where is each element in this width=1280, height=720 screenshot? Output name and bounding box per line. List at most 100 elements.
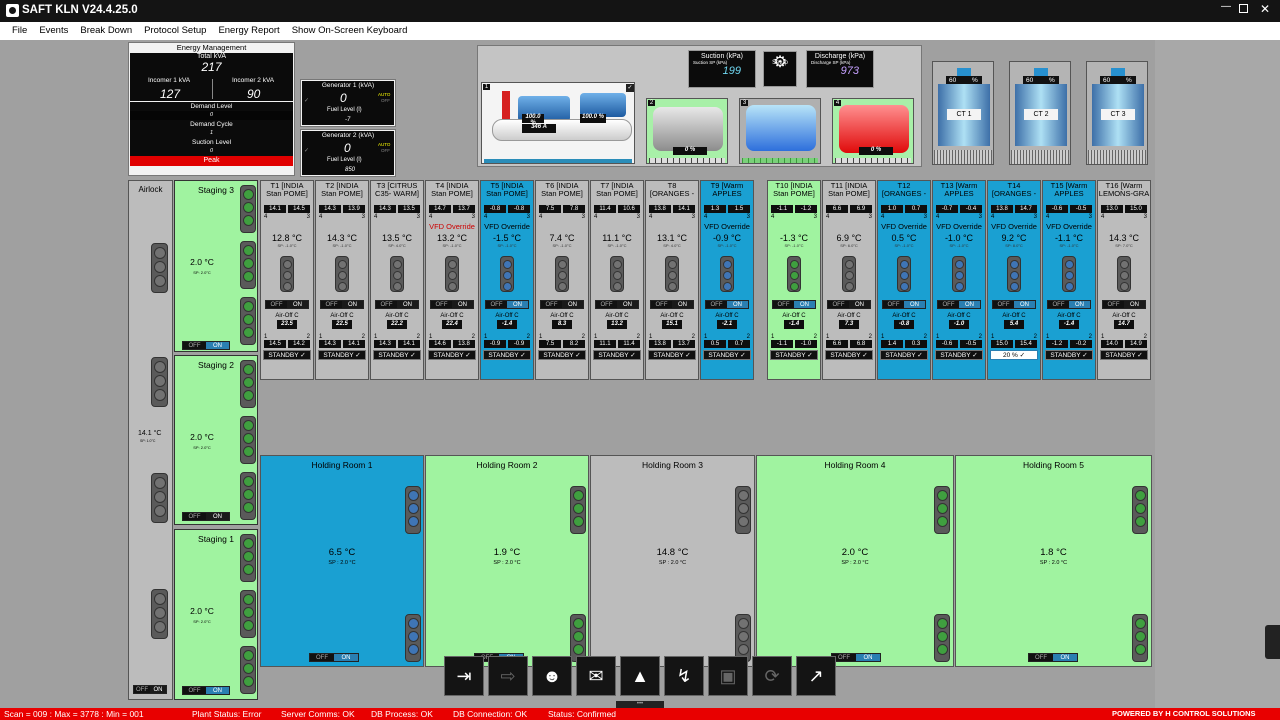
tunnel-1-toggle[interactable]: OFF ON bbox=[265, 300, 309, 309]
holding-room-3-light-1 bbox=[735, 486, 751, 534]
close-button[interactable]: ✕ bbox=[1258, 2, 1272, 16]
tunnel-9-mode-select[interactable]: STANDBY ✓ bbox=[703, 350, 751, 360]
login-button[interactable]: ⇥ bbox=[444, 656, 484, 696]
tunnel-16[interactable]: T16 [Warm LEMONS-GRA 13.0 15.0 4 3 14.3 °C SP: … bbox=[1097, 180, 1151, 380]
tunnel-1[interactable]: T1 [INDIA Stan POME] 14.1 14.5 4 3 12.8 °C SP: … bbox=[260, 180, 314, 380]
tunnel-7-toggle[interactable]: OFF ON bbox=[595, 300, 639, 309]
compressor-1-check-icon[interactable]: ✓ bbox=[626, 84, 634, 92]
toolbar-handle[interactable]: ••• bbox=[616, 701, 664, 708]
tunnel-5-mode-select[interactable]: STANDBY ✓ bbox=[483, 350, 531, 360]
setup-button[interactable]: ⚙ Setup bbox=[763, 51, 797, 87]
energy-button[interactable]: ↯ bbox=[664, 656, 704, 696]
tunnel-16-mode-select[interactable]: STANDBY ✓ bbox=[1100, 350, 1148, 360]
side-panel-tab-icon[interactable] bbox=[1265, 625, 1280, 659]
tunnel-13-mode-select[interactable]: STANDBY ✓ bbox=[935, 350, 983, 360]
tunnel-3[interactable]: T3 [CITRUS C35- WARM] 14.3 13.5 4 3 13.5 °C SP:… bbox=[370, 180, 424, 380]
tunnel-16-toggle[interactable]: OFF ON bbox=[1102, 300, 1146, 309]
peak-indicator: Peak bbox=[130, 156, 293, 166]
menu-protocol-setup[interactable]: Protocol Setup bbox=[138, 22, 212, 39]
menu-events[interactable]: Events bbox=[33, 22, 74, 39]
staging-3-toggle[interactable]: OFF ON bbox=[182, 341, 230, 350]
staging-2-panel[interactable]: Staging 2 2.0 °C SP: 2.0°C OFF ON bbox=[174, 355, 258, 525]
tunnel-12[interactable]: T12 [ORANGES -1.0 0.7 4 3 VFD Override 0.5 °C S… bbox=[877, 180, 931, 380]
tunnel-2-mode-select[interactable]: STANDBY ✓ bbox=[318, 350, 366, 360]
tunnel-9[interactable]: T9 [Warm APPLES 1.3 1.5 4 3 VFD Override -0.9 °… bbox=[700, 180, 754, 380]
tunnel-15[interactable]: T15 [Warm APPLES -0.6 -0.5 4 3 VFD Override -1.… bbox=[1042, 180, 1096, 380]
holding-room-1-toggle[interactable]: OFF ON bbox=[309, 653, 359, 662]
tunnel-7[interactable]: T7 [INDIA Stan POME] 11.4 10.6 4 3 11.1 °C SP: … bbox=[590, 180, 644, 380]
user-settings-button[interactable]: ☻ bbox=[532, 656, 572, 696]
fullscreen-button[interactable]: ↗ bbox=[796, 656, 836, 696]
compressor-4[interactable]: 4 0 % bbox=[832, 98, 914, 164]
holding-room-3[interactable]: Holding Room 3 14.8 °C SP : 2.0 °C bbox=[590, 455, 755, 667]
tunnel-15-mode-select[interactable]: STANDBY ✓ bbox=[1045, 350, 1093, 360]
cooling-tower-3[interactable]: 60 % CT 3 bbox=[1086, 61, 1148, 165]
menu-energy-report[interactable]: Energy Report bbox=[212, 22, 285, 39]
staging-1-panel[interactable]: Staging 1 2.0 °C SP: 2.0°C OFF ON bbox=[174, 529, 258, 700]
staging-2-toggle[interactable]: OFF ON bbox=[182, 512, 230, 521]
tunnel-4[interactable]: T4 [INDIA Stan POME] 14.7 13.7 4 3 VFD Overrid… bbox=[425, 180, 479, 380]
mail-icon: ✉ bbox=[588, 666, 604, 686]
tunnel-11-mode-select[interactable]: STANDBY ✓ bbox=[825, 350, 873, 360]
tunnel-13[interactable]: T13 [Warm APPLES -0.7 -0.4 4 3 VFD Override -1.… bbox=[932, 180, 986, 380]
tunnel-2[interactable]: T2 [INDIA Stan POME] 14.3 13.9 4 3 14.3 °C SP: … bbox=[315, 180, 369, 380]
cooling-tower-2[interactable]: 60 % CT 2 bbox=[1009, 61, 1071, 165]
tunnel-11[interactable]: T11 [INDIA Stan POME] 6.6 6.9 4 3 6.9 °C SP: 6.… bbox=[822, 180, 876, 380]
tunnel-14[interactable]: T14 [ORANGES - 13.8 14.7 4 3 VFD Override 9.2 °… bbox=[987, 180, 1041, 380]
tunnel-3-mode-select[interactable]: STANDBY ✓ bbox=[373, 350, 421, 360]
tunnel-5-air-off-value: -1.4 bbox=[497, 320, 517, 329]
tunnel-2-toggle[interactable]: OFF ON bbox=[320, 300, 364, 309]
tunnel-11-toggle[interactable]: OFF ON bbox=[827, 300, 871, 309]
tunnel-3-toggle[interactable]: OFF ON bbox=[375, 300, 419, 309]
tunnel-10-toggle[interactable]: OFF ON bbox=[772, 300, 816, 309]
generator-2-auto[interactable]: AUTO bbox=[378, 142, 390, 147]
tunnel-15-toggle[interactable]: OFF ON bbox=[1047, 300, 1091, 309]
generator-1-auto[interactable]: AUTO bbox=[378, 92, 390, 97]
tunnel-6-mode-select[interactable]: STANDBY ✓ bbox=[538, 350, 586, 360]
holding-room-5-toggle[interactable]: OFF ON bbox=[1028, 653, 1078, 662]
tunnel-14-toggle[interactable]: OFF ON bbox=[992, 300, 1036, 309]
cooling-tower-1[interactable]: 60 % CT 1 bbox=[932, 61, 994, 165]
tunnel-9-toggle[interactable]: OFF ON bbox=[705, 300, 749, 309]
logout-button[interactable]: ⇨ bbox=[488, 656, 528, 696]
compressor-3[interactable]: 3 bbox=[739, 98, 821, 164]
compressor-2[interactable]: 2 0 % bbox=[646, 98, 728, 164]
menu-break-down[interactable]: Break Down bbox=[74, 22, 138, 39]
tunnel-10[interactable]: T10 [INDIA Stan POME] -1.1 -1.2 4 3 -1.3 °C SP:… bbox=[767, 180, 821, 380]
tunnel-5[interactable]: T5 [INDIA Stan POME] -0.8 -0.8 4 3 VFD Overrid… bbox=[480, 180, 534, 380]
holding-room-4-toggle[interactable]: OFF ON bbox=[831, 653, 881, 662]
holding-room-2[interactable]: Holding Room 2 1.9 °C SP : 2.0 °C OFFON bbox=[425, 455, 589, 667]
tunnel-1-mode-select[interactable]: STANDBY ✓ bbox=[263, 350, 311, 360]
tunnel-8-toggle[interactable]: OFF ON bbox=[650, 300, 694, 309]
menu-file[interactable]: File bbox=[6, 22, 33, 39]
tunnel-8[interactable]: T8 [ORANGES - 13.8 14.1 4 3 13.1 °C SP: 4.0°C OF… bbox=[645, 180, 699, 380]
save-button[interactable]: ▣ bbox=[708, 656, 748, 696]
tunnel-7-mode-select[interactable]: STANDBY ✓ bbox=[593, 350, 641, 360]
tunnel-12-mode-select[interactable]: STANDBY ✓ bbox=[880, 350, 928, 360]
tunnel-5-toggle[interactable]: OFF ON bbox=[485, 300, 529, 309]
minimize-button[interactable]: — bbox=[1218, 1, 1234, 17]
generator-1-off[interactable]: OFF bbox=[381, 98, 390, 103]
refresh-button[interactable]: ⟳ bbox=[752, 656, 792, 696]
tunnel-14-mode-select[interactable]: 20 % ✓ bbox=[990, 350, 1038, 360]
tunnel-8-mode-select[interactable]: STANDBY ✓ bbox=[648, 350, 696, 360]
tunnel-6[interactable]: T6 [INDIA Stan POME] 7.5 7.8 4 3 7.4 °C SP: -1.… bbox=[535, 180, 589, 380]
alarm-button[interactable]: ▲ bbox=[620, 656, 660, 696]
menu-on-screen-keyboard[interactable]: Show On-Screen Keyboard bbox=[286, 22, 414, 39]
tunnel-4-toggle[interactable]: OFF ON bbox=[430, 300, 474, 309]
maximize-button[interactable] bbox=[1239, 4, 1248, 13]
mail-button[interactable]: ✉ bbox=[576, 656, 616, 696]
generator-2-off[interactable]: OFF bbox=[381, 148, 390, 153]
tunnel-4-mode-select[interactable]: STANDBY ✓ bbox=[428, 350, 476, 360]
tunnel-13-toggle[interactable]: OFF ON bbox=[937, 300, 981, 309]
compressor-1[interactable]: 1 100.0 % 100.0 % 346 A ✓ bbox=[481, 82, 635, 164]
staging-3-panel[interactable]: Staging 3 2.0 °C SP: 2.0°C OFF ON bbox=[174, 180, 258, 352]
airlock-toggle[interactable]: OFF ON bbox=[133, 685, 167, 694]
tunnel-6-toggle[interactable]: OFF ON bbox=[540, 300, 584, 309]
tunnel-12-toggle[interactable]: OFF ON bbox=[882, 300, 926, 309]
holding-room-1[interactable]: Holding Room 1 6.5 °C SP : 2.0 °C OFF ON bbox=[260, 455, 424, 667]
staging-1-toggle[interactable]: OFF ON bbox=[182, 686, 230, 695]
tunnel-10-mode-select[interactable]: STANDBY ✓ bbox=[770, 350, 818, 360]
holding-room-5[interactable]: Holding Room 5 1.8 °C SP : 2.0 °C OFF ON bbox=[955, 455, 1152, 667]
holding-room-4[interactable]: Holding Room 4 2.0 °C SP : 2.0 °C OFF ON bbox=[756, 455, 954, 667]
